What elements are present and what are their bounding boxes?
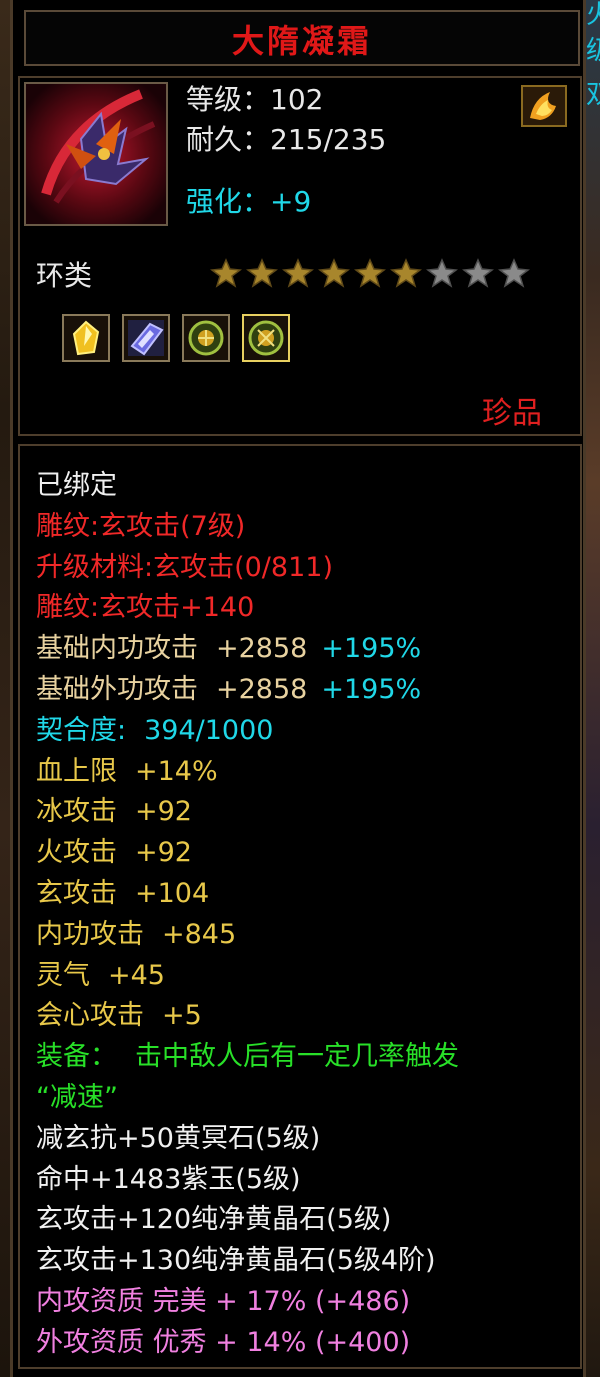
inner-value: +845 — [162, 918, 237, 950]
hp-label: 血上限 — [36, 755, 117, 787]
star-empty-icon — [462, 258, 494, 288]
fire-attack: 火攻击 +92 — [36, 833, 576, 874]
equip-label: 装备： — [36, 1041, 117, 1073]
equip-effect: 装备： 击中敌人后有一定几率触发 — [36, 1037, 576, 1078]
fit-degree: 契合度: 394/1000 — [36, 711, 576, 752]
socket-1: 减玄抗+50黄冥石(5级) — [36, 1122, 321, 1154]
green-stone-highlighted-icon[interactable] — [242, 314, 290, 362]
green-stone-icon[interactable] — [182, 314, 230, 362]
socket-2: 命中+1483紫玉(5级) — [36, 1163, 301, 1195]
star-filled-icon — [246, 258, 278, 288]
purple-jade-icon[interactable] — [122, 314, 170, 362]
base-outer-pct: +195% — [321, 673, 422, 705]
spirit: 灵气 +45 — [36, 956, 576, 997]
item-level: 等级：102 — [186, 83, 324, 116]
crit-attack: 会心攻击 +5 — [36, 996, 576, 1037]
xuan-label: 玄攻击 — [36, 877, 117, 909]
fire-value: +92 — [135, 837, 192, 869]
crit-value: +5 — [162, 1000, 202, 1032]
yellow-crystal-icon[interactable] — [62, 314, 110, 362]
xuan-attack: 玄攻击 +104 — [36, 874, 576, 915]
star-rating — [210, 258, 530, 288]
title-bar: 大隋凝霜 — [24, 10, 580, 66]
item-enhance: 强化：+9 — [186, 185, 312, 218]
base-outer-label: 基础外功攻击 — [36, 673, 198, 705]
ring-weapon-icon — [26, 84, 166, 224]
bound-status: 已绑定 — [36, 470, 117, 501]
background-right-edge: 火 级 双 — [584, 0, 600, 1377]
item-stats: 等级：102 耐久：215/235 强化：+9 — [186, 80, 386, 222]
base-inner-flat: +2858 — [216, 633, 308, 665]
xuan-value: +104 — [135, 877, 210, 909]
background-glyph: 级 — [586, 36, 600, 66]
engrave-label: 雕纹:玄攻击(7级) — [36, 510, 246, 542]
star-filled-icon — [354, 258, 386, 288]
fit-label: 契合度: — [36, 714, 127, 746]
star-empty-icon — [426, 258, 458, 288]
star-filled-icon — [210, 258, 242, 288]
base-inner-pct: +195% — [321, 633, 422, 665]
background-glyph: 双 — [586, 80, 600, 110]
base-inner-label: 基础内功攻击 — [36, 633, 198, 665]
star-filled-icon — [282, 258, 314, 288]
base-inner-attack: 基础内功攻击 +2858 +195% — [36, 629, 576, 670]
item-durability: 耐久：215/235 — [186, 123, 387, 156]
item-name: 大隋凝霜 — [231, 22, 372, 60]
socket-4: 玄攻击+130纯净黄晶石(5级4阶) — [36, 1245, 436, 1277]
star-filled-icon — [390, 258, 422, 288]
base-outer-attack: 基础外功攻击 +2858 +195% — [36, 670, 576, 711]
equip-effect-text: 击中敌人后有一定几率触发 — [135, 1041, 459, 1073]
base-outer-flat: +2858 — [216, 673, 308, 705]
crit-label: 会心攻击 — [36, 1000, 144, 1032]
fire-label: 火攻击 — [36, 837, 117, 869]
gem-sockets — [62, 314, 290, 362]
ice-label: 冰攻击 — [36, 796, 117, 828]
flame-badge-icon — [521, 85, 567, 127]
engrave-bonus: 雕纹:玄攻击+140 — [36, 592, 255, 624]
hp-max: 血上限 +14% — [36, 752, 576, 793]
inner-label: 内功攻击 — [36, 918, 144, 950]
fit-value: 394/1000 — [144, 714, 274, 746]
ice-attack: 冰攻击 +92 — [36, 792, 576, 833]
property-list: 已绑定 雕纹:玄攻击(7级) 升级材料:玄攻击(0/811) 雕纹:玄攻击+14… — [36, 466, 576, 1364]
star-empty-icon — [498, 258, 530, 288]
item-category: 环类 — [36, 259, 93, 292]
ice-value: +92 — [135, 796, 192, 828]
spirit-value: +45 — [108, 959, 165, 991]
socket-3: 玄攻击+120纯净黄晶石(5级) — [36, 1204, 392, 1236]
background-glyph: 火 — [586, 0, 600, 30]
spirit-label: 灵气 — [36, 959, 90, 991]
outer-quality: 外攻资质 优秀 + 14% (+400) — [36, 1326, 411, 1358]
item-rarity: 珍品 — [482, 396, 542, 431]
equip-effect-name: “减速” — [36, 1081, 118, 1113]
star-filled-icon — [318, 258, 350, 288]
inner-quality: 内攻资质 完美 + 17% (+486) — [36, 1285, 411, 1317]
item-icon — [24, 82, 168, 226]
hp-value: +14% — [135, 755, 218, 787]
inner-attack: 内功攻击 +845 — [36, 915, 576, 956]
upgrade-material: 升级材料:玄攻击(0/811) — [36, 551, 333, 583]
